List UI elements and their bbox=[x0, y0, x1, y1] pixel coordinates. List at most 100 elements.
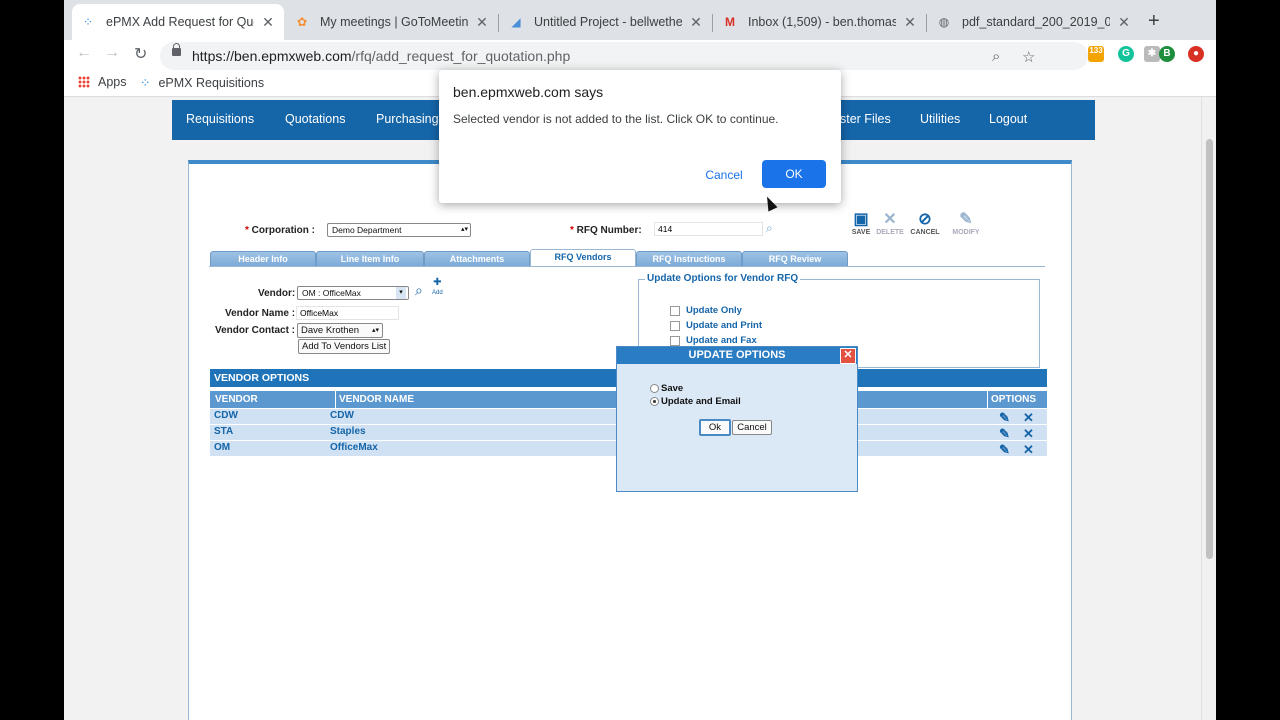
update-options-legend: Update Options for Vendor RFQ bbox=[645, 273, 801, 284]
lock-icon bbox=[172, 43, 181, 56]
tab-rfq-vendors[interactable]: RFQ Vendors bbox=[530, 249, 636, 267]
tab-project[interactable]: ◢ Untitled Project - bellwetherco ✕ bbox=[500, 6, 712, 38]
alert-ok-button[interactable]: OK bbox=[762, 160, 826, 188]
rfq-number-input[interactable]: 414 bbox=[654, 222, 763, 236]
checkbox-update-only[interactable]: Update Only bbox=[670, 305, 742, 316]
gmail-icon: M bbox=[725, 15, 735, 29]
browser-alert-dialog: ben.epmxweb.com says Selected vendor is … bbox=[439, 70, 841, 203]
record-icon[interactable]: ● bbox=[1188, 46, 1204, 62]
globe-icon: ◍ bbox=[938, 15, 950, 29]
scrollbar-thumb[interactable] bbox=[1206, 139, 1213, 559]
vendor-contact-label: Vendor Contact : bbox=[215, 325, 296, 336]
forward-icon[interactable]: → bbox=[104, 44, 120, 62]
back-icon[interactable]: ← bbox=[76, 44, 92, 62]
reload-icon[interactable]: ↻ bbox=[134, 44, 147, 64]
profile-avatar[interactable]: B bbox=[1159, 46, 1175, 62]
alert-title: ben.epmxweb.com says bbox=[453, 84, 604, 100]
checkbox-box bbox=[670, 305, 680, 316]
edit-page-icon: ✎ bbox=[959, 211, 973, 228]
address-bar[interactable]: https://ben.epmxweb.com/rfq/add_request_… bbox=[160, 42, 1088, 70]
gotomeeting-icon: ✿ bbox=[296, 15, 308, 29]
project-icon: ◢ bbox=[511, 15, 521, 29]
edit-row-icon[interactable]: ✎ bbox=[999, 426, 1010, 442]
close-icon[interactable]: ✕ bbox=[840, 348, 856, 364]
nav-quotations[interactable]: Quotations bbox=[285, 112, 345, 126]
extension-icon[interactable]: ✱ bbox=[1144, 46, 1160, 62]
tab-rfq-instructions[interactable]: RFQ Instructions bbox=[636, 251, 742, 267]
vendor-contact-select[interactable]: Dave Krothen ▴▾ bbox=[297, 323, 383, 338]
tab-attachments[interactable]: Attachments bbox=[424, 251, 530, 267]
page-scrollbar[interactable] bbox=[1201, 97, 1216, 720]
select-arrow-icon: ▴▾ bbox=[460, 226, 468, 233]
search-vendor-icon[interactable]: ⌕ bbox=[415, 282, 423, 299]
bookmark-apps[interactable]: Apps bbox=[78, 75, 127, 89]
tab-separator bbox=[926, 14, 927, 32]
tab-title: pdf_standard_200_2019_07_15 bbox=[962, 15, 1110, 29]
vendor-name-label: Vendor Name : bbox=[225, 308, 296, 319]
tab-epmx[interactable]: ⁘ ePMX Add Request for Quotati ✕ bbox=[72, 4, 284, 40]
delete-row-icon[interactable]: ✕ bbox=[1023, 426, 1034, 442]
tab-title: ePMX Add Request for Quotati bbox=[106, 15, 254, 29]
nav-logout[interactable]: Logout bbox=[989, 112, 1027, 126]
close-tab-icon[interactable]: ✕ bbox=[474, 14, 490, 31]
cancel-toolbar-button[interactable]: ⊘ CANCEL bbox=[908, 209, 942, 236]
header-vendor: VENDOR bbox=[215, 394, 258, 405]
extension-badge-icon[interactable]: 133 bbox=[1088, 46, 1104, 62]
update-options-modal-header: UPDATE OPTIONS ✕ bbox=[617, 347, 857, 364]
nav-purchasing[interactable]: Purchasing bbox=[376, 112, 439, 126]
tab-header-info[interactable]: Header Info bbox=[210, 251, 316, 267]
add-vendor-button[interactable]: ✚ Add bbox=[432, 278, 443, 298]
tab-title: Untitled Project - bellwetherco bbox=[534, 15, 682, 29]
tab-gmail[interactable]: M Inbox (1,509) - ben.thomas@b ✕ bbox=[714, 6, 926, 38]
star-icon[interactable]: ☆ bbox=[1022, 48, 1035, 66]
close-tab-icon[interactable]: ✕ bbox=[1116, 14, 1132, 31]
radio-circle-selected bbox=[650, 397, 659, 406]
header-options: OPTIONS bbox=[991, 394, 1037, 405]
checkbox-update-print[interactable]: Update and Print bbox=[670, 320, 762, 331]
alert-cancel-button[interactable]: Cancel bbox=[691, 160, 757, 190]
close-tab-icon[interactable]: ✕ bbox=[260, 14, 276, 31]
tab-title: My meetings | GoToMeeting bbox=[320, 15, 468, 29]
vendor-name-input[interactable]: OfficeMax bbox=[296, 306, 399, 320]
edit-row-icon[interactable]: ✎ bbox=[999, 410, 1010, 426]
corporation-select[interactable]: Demo Department ▴▾ bbox=[327, 223, 471, 237]
tab-line-item-info[interactable]: Line Item Info bbox=[316, 251, 424, 267]
delete-x-icon: ✕ bbox=[883, 211, 897, 228]
url-text: https://ben.epmxweb.com/rfq/add_request_… bbox=[192, 48, 571, 64]
bookmark-epmx[interactable]: ⁘ ePMX Requisitions bbox=[140, 75, 264, 91]
grammarly-icon[interactable]: G bbox=[1118, 46, 1134, 62]
close-tab-icon[interactable]: ✕ bbox=[688, 14, 704, 31]
browser-window: ⁘ ePMX Add Request for Quotati ✕ ✿ My me… bbox=[64, 0, 1216, 720]
search-icon[interactable]: ⌕ bbox=[992, 48, 1000, 65]
header-vendor-name: VENDOR NAME bbox=[339, 394, 415, 405]
tab-gotomeeting[interactable]: ✿ My meetings | GoToMeeting ✕ bbox=[286, 6, 498, 38]
checkbox-update-fax[interactable]: Update and Fax bbox=[670, 335, 757, 346]
header-divider bbox=[335, 391, 336, 408]
nav-master-files[interactable]: ster Files bbox=[840, 112, 891, 126]
checkbox-box bbox=[670, 335, 680, 346]
add-to-vendors-list-button[interactable]: Add To Vendors List bbox=[298, 339, 391, 354]
epmx-dots-icon: ⁘ bbox=[140, 76, 151, 90]
nav-utilities[interactable]: Utilities bbox=[920, 112, 960, 126]
update-ok-button[interactable]: Ok bbox=[699, 419, 731, 436]
modify-button[interactable]: ✎ MODIFY bbox=[949, 209, 983, 236]
tab-pdf[interactable]: ◍ pdf_standard_200_2019_07_15 ✕ bbox=[928, 6, 1140, 38]
search-icon[interactable]: ⌕ bbox=[766, 221, 773, 236]
tab-rfq-review[interactable]: RFQ Review bbox=[742, 251, 848, 267]
epmx-dots-icon: ⁘ bbox=[82, 15, 94, 29]
nav-requisitions[interactable]: Requisitions bbox=[186, 112, 254, 126]
header-divider bbox=[987, 391, 988, 408]
radio-update-email[interactable]: Update and Email bbox=[650, 396, 741, 407]
vendor-select[interactable]: OM : OfficeMax ▾ bbox=[297, 286, 409, 300]
new-tab-icon[interactable]: + bbox=[1148, 10, 1160, 33]
apps-grid-icon bbox=[78, 76, 90, 88]
tab-strip: ⁘ ePMX Add Request for Quotati ✕ ✿ My me… bbox=[64, 0, 1216, 44]
radio-save[interactable]: Save bbox=[650, 383, 683, 394]
delete-row-icon[interactable]: ✕ bbox=[1023, 410, 1034, 426]
close-tab-icon[interactable]: ✕ bbox=[902, 14, 918, 31]
update-cancel-button[interactable]: Cancel bbox=[732, 420, 772, 435]
edit-row-icon[interactable]: ✎ bbox=[999, 442, 1010, 458]
tab-separator bbox=[712, 14, 713, 32]
delete-row-icon[interactable]: ✕ bbox=[1023, 442, 1034, 458]
delete-button[interactable]: ✕ DELETE bbox=[873, 209, 907, 236]
